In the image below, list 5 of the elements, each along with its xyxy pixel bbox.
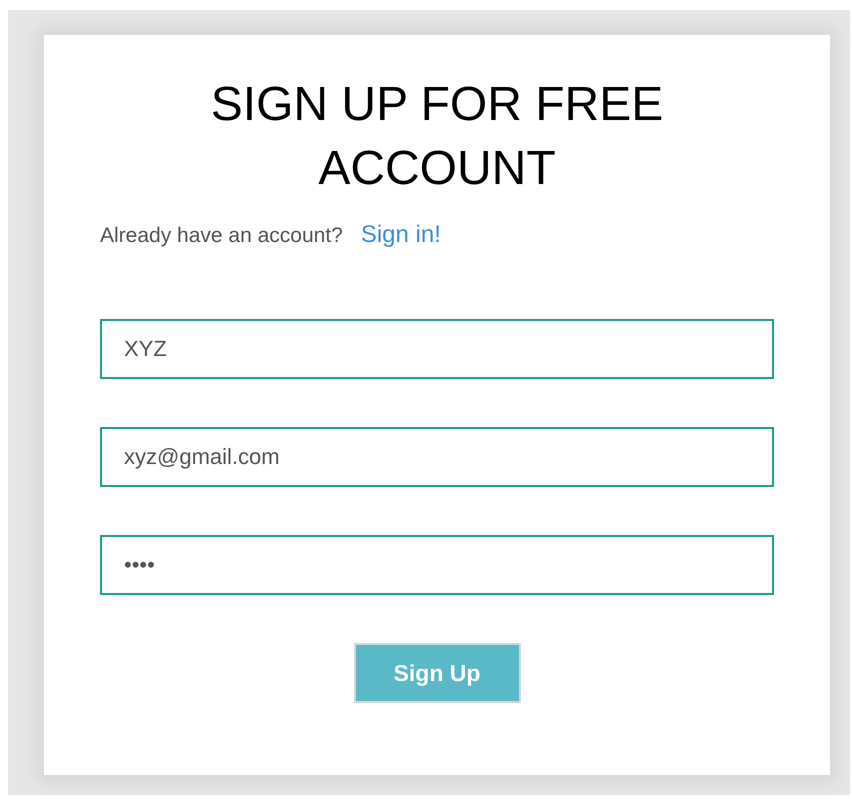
- signin-prompt: Already have an account?: [100, 224, 343, 248]
- input-field[interactable]: ••••: [100, 535, 774, 595]
- input-field[interactable]: XYZ: [100, 319, 774, 379]
- input-field[interactable]: xyz@gmail.com: [100, 427, 774, 487]
- signup-title: SIGN UP FOR FREE ACCOUNT: [210, 77, 664, 197]
